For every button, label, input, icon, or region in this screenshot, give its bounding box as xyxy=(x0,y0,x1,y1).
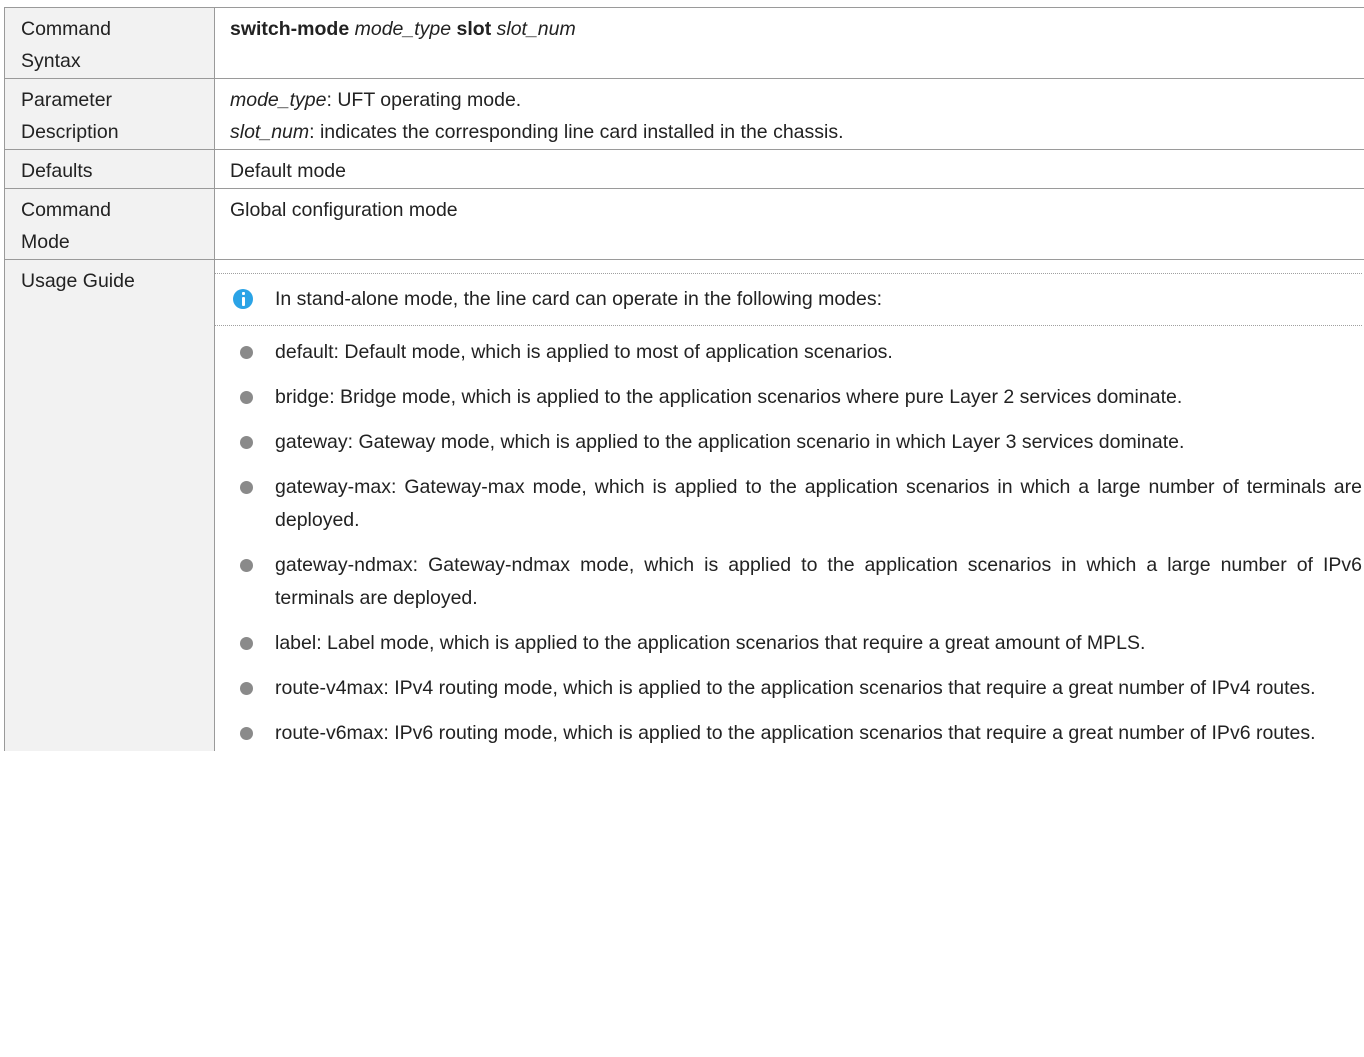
parameter-desc: : indicates the corresponding line card … xyxy=(309,121,844,143)
list-item: default: Default mode, which is applied … xyxy=(215,336,1362,369)
list-item-text: route-v6max: IPv6 routing mode, which is… xyxy=(275,722,1316,744)
bullet-icon xyxy=(240,637,253,650)
parameter-description-label: Parameter Description xyxy=(4,78,215,150)
usage-guide-label: Usage Guide xyxy=(4,259,215,751)
list-item: route-v4max: IPv4 routing mode, which is… xyxy=(215,672,1362,705)
bullet-icon xyxy=(240,682,253,695)
list-item-text: gateway: Gateway mode, which is applied … xyxy=(275,431,1185,453)
parameter-name: slot_num xyxy=(230,121,310,143)
command-syntax-label-line1: Command xyxy=(21,18,111,40)
mode-list: default: Default mode, which is applied … xyxy=(215,336,1362,750)
list-item: gateway-ndmax: Gateway-ndmax mode, which… xyxy=(215,549,1362,615)
parameter-description-value: mode_type: UFT operating mode. slot_num:… xyxy=(214,78,1364,150)
usage-guide-content: In stand-alone mode, the line card can o… xyxy=(214,259,1364,751)
command-argument-slot-num: slot_num xyxy=(496,18,576,40)
command-mode-value: Global configuration mode xyxy=(214,188,1364,260)
info-note-text: In stand-alone mode, the line card can o… xyxy=(275,288,883,310)
info-icon xyxy=(233,289,253,309)
list-item: label: Label mode, which is applied to t… xyxy=(215,627,1362,660)
list-item-text: label: Label mode, which is applied to t… xyxy=(275,632,1146,654)
command-mode-label-line1: Command xyxy=(21,199,111,221)
parameter-desc: : UFT operating mode. xyxy=(326,89,522,111)
command-reference-table: Command Syntax switch-mode mode_type slo… xyxy=(4,7,1364,751)
bullet-icon xyxy=(240,559,253,572)
list-item: gateway: Gateway mode, which is applied … xyxy=(215,426,1362,459)
parameter-description-label-line2: Description xyxy=(21,121,119,143)
command-syntax-label-line2: Syntax xyxy=(21,50,81,72)
list-item-text: default: Default mode, which is applied … xyxy=(275,341,893,363)
command-syntax-row: Command Syntax switch-mode mode_type slo… xyxy=(4,7,1364,79)
command-argument-mode-type: mode_type xyxy=(354,18,452,40)
list-item: bridge: Bridge mode, which is applied to… xyxy=(215,381,1362,414)
parameter-description-label-line1: Parameter xyxy=(21,89,113,111)
bullet-icon xyxy=(240,391,253,404)
bullet-icon xyxy=(240,436,253,449)
command-mode-row: Command Mode Global configuration mode xyxy=(4,188,1364,260)
command-syntax-label: Command Syntax xyxy=(4,7,215,79)
command-mode-label-line2: Mode xyxy=(21,231,70,253)
parameter-description-row: Parameter Description mode_type: UFT ope… xyxy=(4,78,1364,150)
bullet-icon xyxy=(240,481,253,494)
defaults-row: Defaults Default mode xyxy=(4,149,1364,189)
info-note: In stand-alone mode, the line card can o… xyxy=(215,273,1362,326)
command-reference-page: Command Syntax switch-mode mode_type slo… xyxy=(0,0,1364,1057)
defaults-value: Default mode xyxy=(214,149,1364,189)
parameter-mode-type: mode_type: UFT operating mode. xyxy=(230,84,1362,116)
list-item: route-v6max: IPv6 routing mode, which is… xyxy=(215,717,1362,750)
command-keyword-slot: slot xyxy=(456,18,492,40)
defaults-label: Defaults xyxy=(4,149,215,189)
parameter-slot-num: slot_num: indicates the corresponding li… xyxy=(230,116,1362,148)
command-keyword: switch-mode xyxy=(230,18,350,40)
bullet-icon xyxy=(240,346,253,359)
parameter-name: mode_type xyxy=(230,89,327,111)
usage-guide-row: Usage Guide In stand-alone mode, the lin… xyxy=(4,259,1364,751)
bullet-icon xyxy=(240,727,253,740)
list-item-text: gateway-ndmax: Gateway-ndmax mode, which… xyxy=(275,554,1362,609)
command-syntax-value: switch-mode mode_type slot slot_num xyxy=(214,7,1364,79)
list-item: gateway-max: Gateway-max mode, which is … xyxy=(215,471,1362,537)
list-item-text: gateway-max: Gateway-max mode, which is … xyxy=(275,476,1362,531)
list-item-text: bridge: Bridge mode, which is applied to… xyxy=(275,386,1183,408)
command-mode-label: Command Mode xyxy=(4,188,215,260)
list-item-text: route-v4max: IPv4 routing mode, which is… xyxy=(275,677,1316,699)
